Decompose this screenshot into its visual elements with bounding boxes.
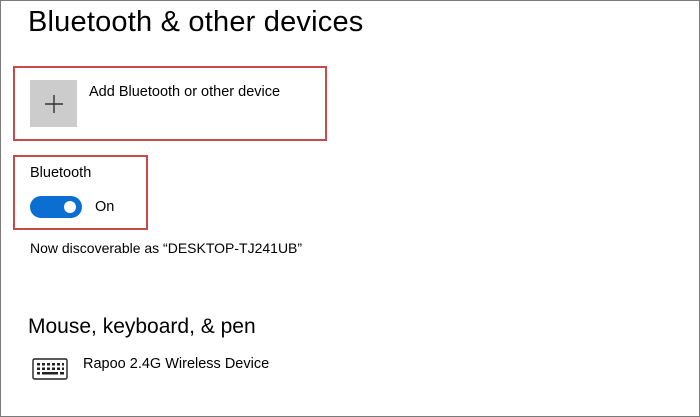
device-name: Rapoo 2.4G Wireless Device bbox=[83, 356, 270, 372]
bluetooth-toggle-row: On bbox=[30, 196, 114, 218]
mouse-keyboard-pen-heading: Mouse, keyboard, & pen bbox=[28, 315, 256, 338]
bluetooth-toggle-state: On bbox=[95, 199, 115, 215]
bluetooth-toggle[interactable] bbox=[30, 196, 82, 218]
settings-window: Bluetooth & other devices Add Bluetooth … bbox=[0, 0, 700, 417]
plus-icon bbox=[30, 80, 77, 127]
bluetooth-label: Bluetooth bbox=[30, 165, 92, 181]
add-device-label: Add Bluetooth or other device bbox=[89, 84, 281, 100]
page-title: Bluetooth & other devices bbox=[28, 6, 364, 38]
add-device-button[interactable]: Add Bluetooth or other device bbox=[30, 80, 280, 127]
device-item[interactable]: Rapoo 2.4G Wireless Device bbox=[31, 356, 269, 382]
keyboard-icon bbox=[31, 356, 69, 382]
toggle-knob bbox=[64, 201, 76, 213]
discoverable-text: Now discoverable as “DESKTOP-TJ241UB” bbox=[30, 240, 303, 256]
